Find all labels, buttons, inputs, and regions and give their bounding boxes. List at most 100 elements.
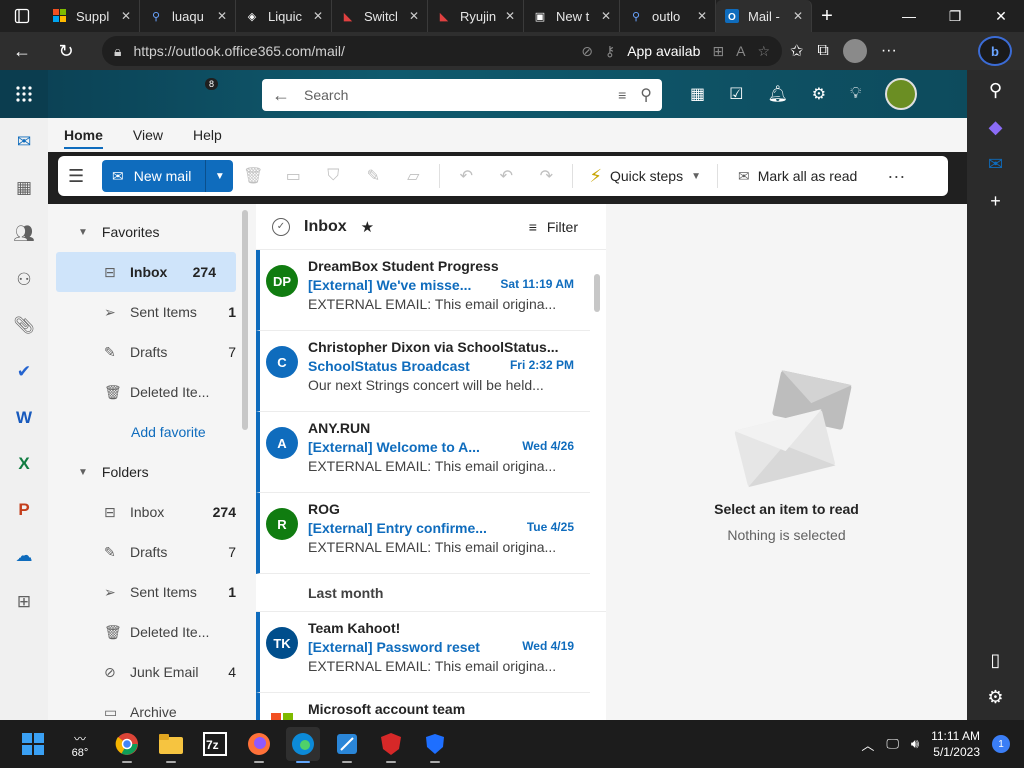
browser-tab[interactable]: Suppl ✕: [44, 0, 140, 32]
tab-help[interactable]: Help: [193, 127, 222, 143]
browser-tab[interactable]: ▣ New t ✕: [524, 0, 620, 32]
message-item[interactable]: A ANY.RUN [External] Welcome to A... Wed …: [256, 412, 590, 493]
todo-icon[interactable]: ☑: [729, 84, 743, 104]
attachment-icon[interactable]: 📎︎: [12, 314, 36, 338]
onedrive-icon[interactable]: ☁: [12, 544, 36, 568]
profile-avatar[interactable]: [842, 39, 867, 63]
folder-item-sent[interactable]: ➢ Sent Items 1: [48, 572, 256, 612]
folder-item-inbox[interactable]: ⊟ Inbox 274: [48, 492, 256, 532]
sidebar-outlook-icon[interactable]: ✉: [988, 154, 1003, 175]
groups-icon[interactable]: ⚇: [12, 268, 36, 292]
mail-icon[interactable]: ✉: [12, 130, 36, 154]
favorite-item-sent[interactable]: ➢ Sent Items 1: [48, 292, 256, 332]
search-filter-icon[interactable]: ≡: [618, 87, 626, 103]
calendar-icon[interactable]: ▦: [12, 176, 36, 200]
more-options-icon[interactable]: ···: [887, 166, 905, 187]
tab-view[interactable]: View: [133, 127, 163, 143]
volume-icon[interactable]: 🔊︎: [911, 736, 919, 752]
browser-tab-active[interactable]: O Mail - ✕: [716, 0, 812, 32]
user-avatar[interactable]: [885, 78, 918, 110]
network-icon[interactable]: 🖵︎: [886, 736, 899, 752]
bing-chat-icon[interactable]: b: [978, 36, 1012, 66]
sidebar-search-icon[interactable]: ⚲: [989, 80, 1002, 101]
folders-header[interactable]: ▼ Folders: [48, 452, 256, 492]
lightbulb-icon[interactable]: 💡︎: [850, 85, 861, 103]
close-window-button[interactable]: ✕: [978, 0, 1024, 32]
teams-icon[interactable]: ▦: [690, 84, 705, 104]
browser-tab[interactable]: ◈ Liquic ✕: [236, 0, 332, 32]
mark-all-read-button[interactable]: ✉ Mark all as read: [724, 168, 871, 185]
folder-item-archive[interactable]: ▭ Archive: [48, 692, 256, 721]
search-icon[interactable]: ⚲: [640, 85, 652, 105]
reply-all-icon[interactable]: ↶: [486, 166, 526, 186]
hamburger-menu-icon[interactable]: ☰: [68, 166, 98, 187]
forward-icon[interactable]: ↷: [526, 166, 566, 186]
read-aloud-icon[interactable]: A: [736, 43, 745, 59]
delete-icon[interactable]: 🗑︎: [233, 166, 273, 186]
archive-icon[interactable]: ▭: [273, 166, 313, 186]
sidebar-panel-icon[interactable]: ▯: [991, 650, 1001, 671]
tab-close-icon[interactable]: ✕: [601, 9, 611, 23]
browser-tab[interactable]: ⚲ luaqu ✕: [140, 0, 236, 32]
message-item[interactable]: DP DreamBox Student Progress [External] …: [256, 250, 590, 331]
weather-widget[interactable]: 〰 68°: [60, 727, 100, 761]
tab-close-icon[interactable]: ✕: [793, 9, 803, 23]
favorite-item-deleted[interactable]: 🗑︎ Deleted Ite...: [48, 372, 256, 412]
gear-icon[interactable]: ⚙: [812, 84, 826, 104]
sidebar-settings-icon[interactable]: ⚙: [987, 687, 1003, 708]
folder-item-drafts[interactable]: ✎ Drafts 7: [48, 532, 256, 572]
search-input[interactable]: [304, 87, 605, 103]
start-button[interactable]: [16, 727, 50, 761]
browser-tab[interactable]: ◣ Ryujin ✕: [428, 0, 524, 32]
new-mail-dropdown[interactable]: ▼: [205, 160, 233, 192]
app-available-label[interactable]: App availab: [627, 43, 700, 59]
new-mail-button[interactable]: ✉ New mail: [102, 160, 205, 192]
reader-icon[interactable]: ⊘: [581, 43, 593, 60]
tab-close-icon[interactable]: ✕: [121, 9, 131, 23]
filter-button[interactable]: ≡ Filter: [529, 219, 578, 235]
folder-item-deleted[interactable]: 🗑︎ Deleted Ite...: [48, 612, 256, 652]
favorite-item-drafts[interactable]: ✎ Drafts 7: [48, 332, 256, 372]
browser-tab[interactable]: ◣ Switcl ✕: [332, 0, 428, 32]
message-item[interactable]: C Christopher Dixon via SchoolStatus... …: [256, 331, 590, 412]
sidebar-discover-icon[interactable]: ◆: [989, 117, 1003, 138]
back-button[interactable]: ←: [0, 32, 44, 70]
tab-actions-icon[interactable]: [0, 0, 44, 32]
vpn-shield-icon[interactable]: [418, 727, 452, 763]
add-favorite-link[interactable]: Add favorite: [48, 412, 256, 452]
chevron-up-icon[interactable]: ︿: [861, 735, 874, 754]
chevron-down-icon[interactable]: ▼: [691, 171, 701, 182]
move-to-icon[interactable]: ▱: [393, 166, 433, 186]
address-bar[interactable]: 🔒︎ https://outlook.office365.com/mail/ ⊘…: [102, 36, 782, 66]
sweep-icon[interactable]: ✎: [353, 166, 393, 186]
new-tab-button[interactable]: +: [812, 0, 842, 32]
message-item[interactable]: Microsoft account team: [256, 693, 590, 720]
firefox-icon[interactable]: [242, 727, 276, 763]
7zip-icon[interactable]: 7z: [198, 727, 232, 761]
people-icon[interactable]: 👥︎: [12, 222, 36, 246]
message-list-scrollbar[interactable]: [594, 274, 600, 312]
folder-pane-scrollbar[interactable]: [242, 210, 248, 430]
powerpoint-icon[interactable]: P: [12, 498, 36, 522]
favorites-header[interactable]: ▼ Favorites: [48, 212, 256, 252]
report-icon[interactable]: ⛉: [313, 167, 353, 185]
clock[interactable]: 11:11 AM 5/1/2023: [931, 728, 980, 760]
notification-badge[interactable]: 1: [992, 735, 1010, 753]
app-launcher-icon[interactable]: [0, 70, 48, 118]
message-item[interactable]: R ROG [External] Entry confirme... Tue 4/…: [256, 493, 590, 574]
tab-close-icon[interactable]: ✕: [217, 9, 227, 23]
tab-close-icon[interactable]: ✕: [409, 9, 419, 23]
tab-home[interactable]: Home: [64, 127, 103, 149]
favorite-star-icon[interactable]: ☆: [757, 43, 770, 60]
chrome-icon[interactable]: [110, 727, 144, 763]
browser-tab[interactable]: ⚲ outlo ✕: [620, 0, 716, 32]
sidebar-add-icon[interactable]: +: [990, 191, 1001, 212]
favorites-icon[interactable]: ✩: [790, 41, 803, 61]
paint-icon[interactable]: [330, 727, 364, 763]
file-explorer-icon[interactable]: [154, 727, 188, 763]
collections-icon[interactable]: ⧉: [817, 42, 828, 60]
security-shield-icon[interactable]: [374, 727, 408, 763]
message-item[interactable]: TK Team Kahoot! [External] Password rese…: [256, 612, 590, 693]
folder-item-junk[interactable]: ⊘ Junk Email 4: [48, 652, 256, 692]
settings-more-icon[interactable]: ···: [881, 42, 897, 60]
